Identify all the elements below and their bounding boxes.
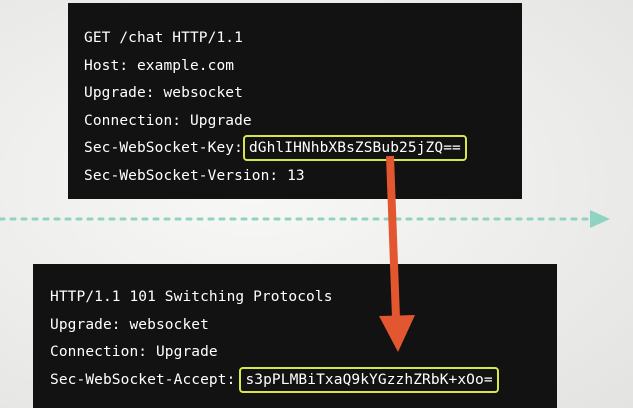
request-key-line: Sec-WebSocket-Key: dGhlIHNhbXBsZSBub25jZQ… [84,135,522,163]
request-line-3: Upgrade: websocket [84,85,243,101]
response-accept-line: Sec-WebSocket-Accept: s3pPLMBiTxaQ9kYGzzh… [50,366,557,395]
request-key-label: Sec-WebSocket-Key: [84,140,243,156]
response-line-1: HTTP/1.1 101 Switching Protocols [50,289,333,305]
request-version-line: Sec-WebSocket-Version: 13 [84,167,305,184]
websocket-accept-highlight: s3pPLMBiTxaQ9kYGzzhZRbK+xOo= [239,366,499,393]
request-line-4: Connection: Upgrade [84,112,252,129]
request-line-2: Host: example.com [84,57,235,74]
response-line-2: Upgrade: websocket [50,316,209,333]
http-request-panel: GET /chat HTTP/1.1 Host: example.com Upg… [68,3,522,199]
request-line-1: GET /chat HTTP/1.1 [84,30,243,46]
response-accept-label: Sec-WebSocket-Accept: [50,371,236,388]
http-response-panel: HTTP/1.1 101 Switching Protocols Upgrade… [33,264,557,408]
response-line-3: Connection: Upgrade [50,344,218,360]
websocket-key-highlight: dGhlIHNhbXBsZSBub25jZQ== [242,135,467,161]
